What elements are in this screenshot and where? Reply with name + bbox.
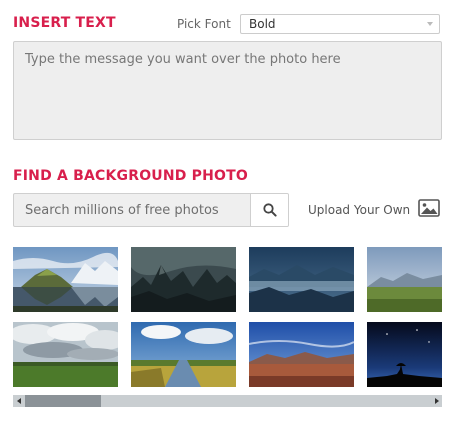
insert-text-title: INSERT TEXT [13, 15, 116, 31]
photo-thumbnail-2[interactable] [131, 247, 236, 312]
arrow-right-icon [435, 398, 439, 404]
photo-text-editor: INSERT TEXT Pick Font Bold Type the mess… [0, 0, 467, 423]
photo-thumbnail-4[interactable] [367, 247, 442, 312]
pick-font-label: Pick Font [177, 17, 231, 31]
search-button[interactable] [250, 194, 288, 226]
photo-thumbnail-3[interactable] [249, 247, 354, 312]
scrollbar-thumb[interactable] [25, 395, 101, 407]
photo-search-input[interactable]: Search millions of free photos [13, 193, 289, 227]
photo-thumbnail-6[interactable] [131, 322, 236, 387]
message-placeholder: Type the message you want over the photo… [25, 52, 341, 67]
find-background-title: FIND A BACKGROUND PHOTO [13, 168, 249, 184]
font-select[interactable]: Bold [240, 14, 440, 34]
message-textarea[interactable]: Type the message you want over the photo… [13, 41, 442, 140]
image-icon [418, 199, 440, 217]
search-icon [263, 203, 277, 217]
photo-thumbnail-1[interactable] [13, 247, 118, 312]
photo-thumbnail-5[interactable] [13, 322, 118, 387]
font-select-value: Bold [249, 17, 276, 31]
scroll-left-button[interactable] [13, 395, 25, 407]
photo-thumbnail-8[interactable] [367, 322, 442, 387]
arrow-left-icon [17, 398, 21, 404]
upload-label: Upload Your Own [308, 203, 411, 217]
search-placeholder: Search millions of free photos [25, 203, 219, 218]
photo-thumbnail-7[interactable] [249, 322, 354, 387]
scroll-right-button[interactable] [430, 395, 442, 407]
chevron-down-icon [427, 22, 433, 26]
horizontal-scrollbar[interactable] [13, 395, 442, 407]
